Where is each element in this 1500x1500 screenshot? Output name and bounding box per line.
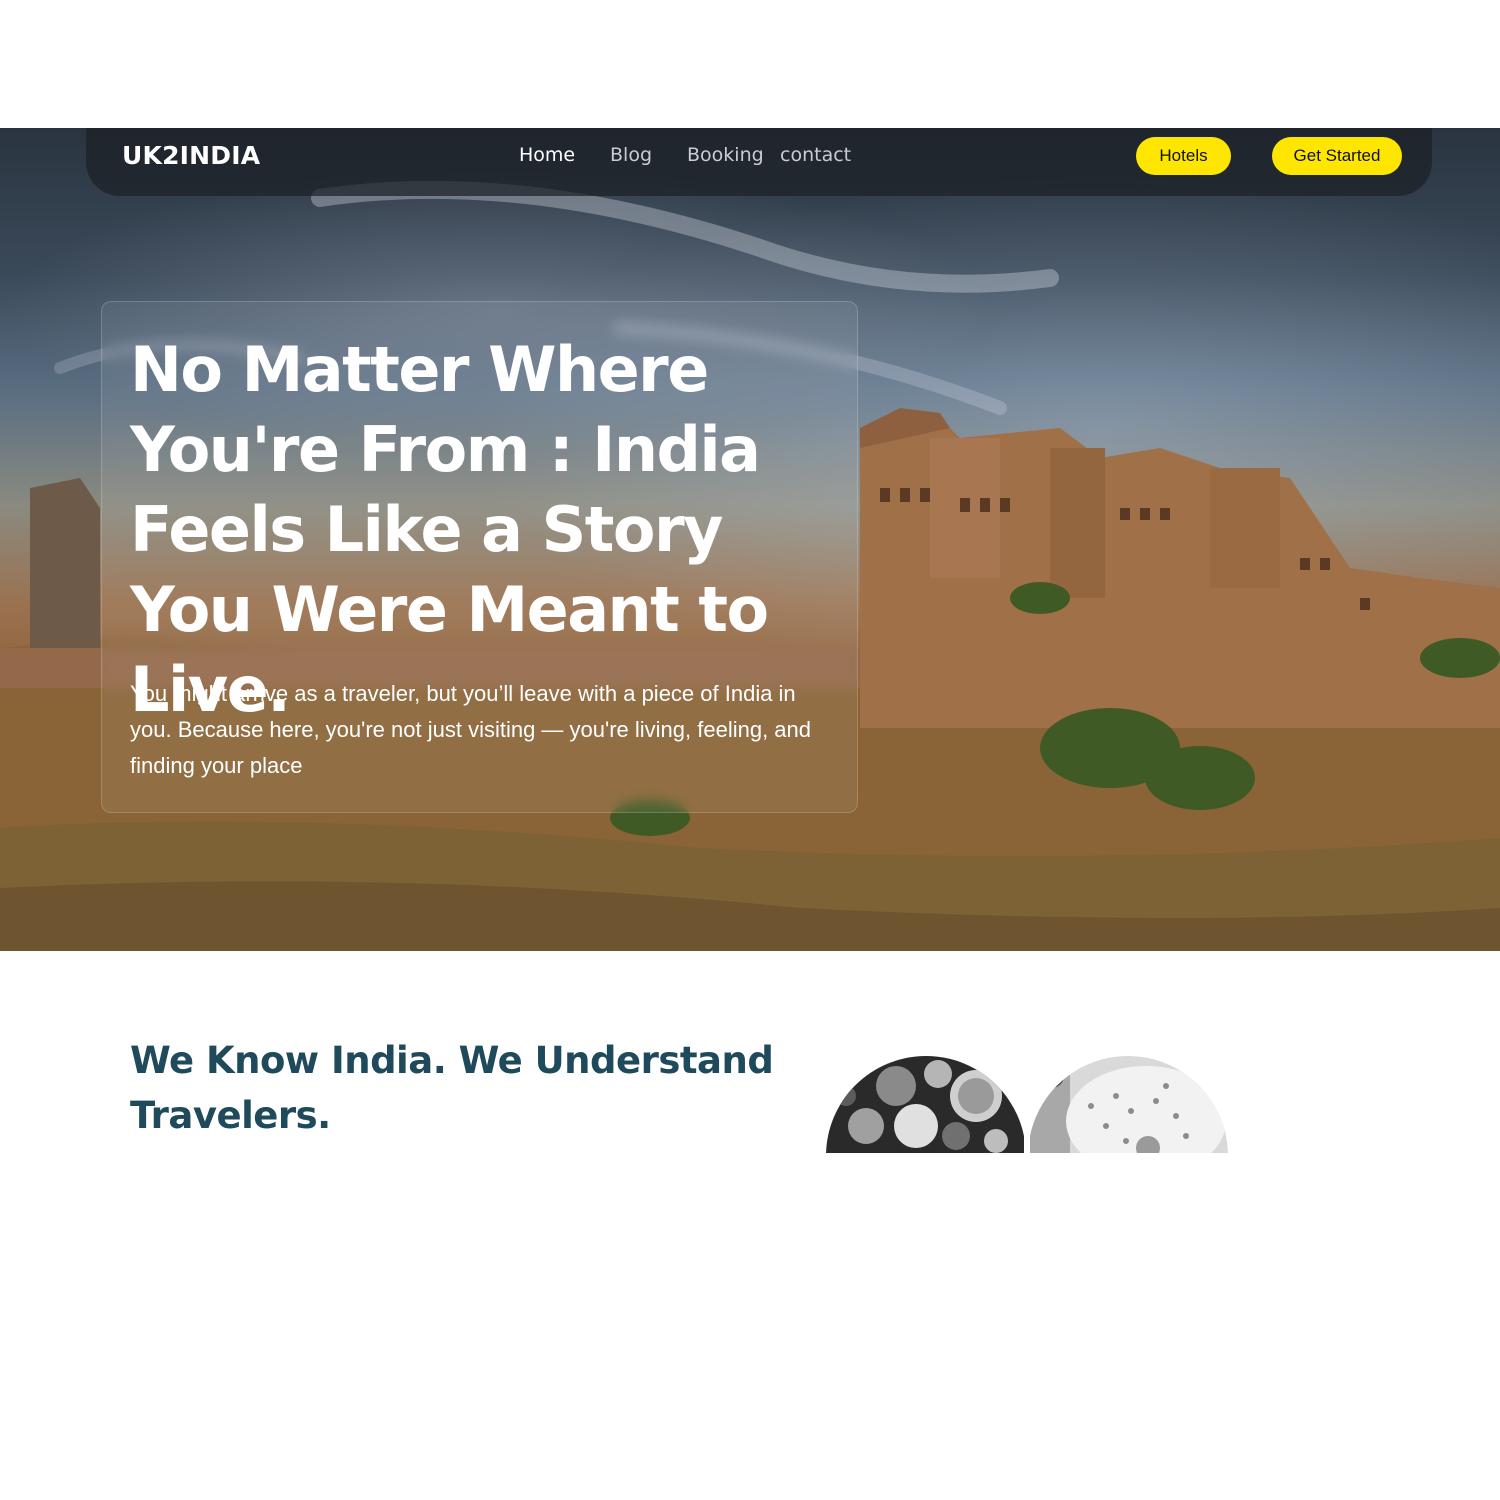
intro-heading: We Know India. We Understand Travelers. <box>130 1039 774 1137</box>
nav-contact-link[interactable]: contact <box>780 144 851 166</box>
hero-title: No Matter Where You're From : India Feel… <box>130 333 769 726</box>
thali-food-image <box>826 1056 1228 1153</box>
nav-blog-link[interactable]: Blog <box>610 144 652 166</box>
dosa-food-image <box>1030 1056 1228 1153</box>
hotels-button[interactable]: Hotels <box>1136 137 1231 175</box>
site-logo[interactable]: UK2INDIA <box>122 141 260 170</box>
get-started-button[interactable]: Get Started <box>1272 137 1402 175</box>
food-images <box>826 1056 1230 1153</box>
nav-home-link[interactable]: Home <box>519 144 575 166</box>
hero-subtitle: You might arrive as a traveler, but you’… <box>130 681 812 778</box>
nav-booking-link[interactable]: Booking <box>687 144 764 166</box>
